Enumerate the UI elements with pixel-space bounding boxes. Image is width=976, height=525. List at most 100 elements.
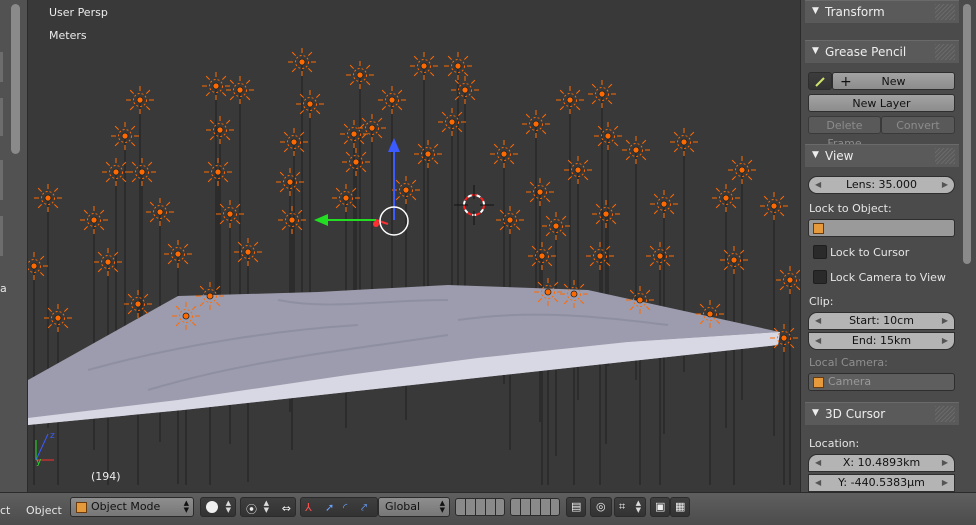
point-lamp-icon[interactable] xyxy=(490,140,518,168)
point-lamp-icon[interactable] xyxy=(670,128,698,156)
3d-viewport[interactable]: y z User Persp Meters (194) xyxy=(28,0,800,492)
object-menu[interactable]: Object xyxy=(26,504,62,517)
layer-grid-1[interactable] xyxy=(455,498,505,516)
3d-cursor-icon[interactable] xyxy=(454,185,494,225)
point-lamp-icon[interactable] xyxy=(146,198,174,226)
point-lamp-icon[interactable] xyxy=(332,184,360,212)
point-lamp-icon[interactable] xyxy=(196,282,224,310)
drag-grip-icon[interactable] xyxy=(935,406,955,422)
lock-object-field[interactable] xyxy=(808,219,955,237)
point-lamp-icon[interactable] xyxy=(358,114,386,142)
clapper-icon[interactable]: ▦ xyxy=(670,497,690,517)
point-lamp-icon[interactable] xyxy=(528,242,556,270)
point-lamp-icon[interactable] xyxy=(206,116,234,144)
scene-canvas[interactable]: y z xyxy=(28,0,800,492)
point-lamp-icon[interactable] xyxy=(622,136,650,164)
point-lamp-icon[interactable] xyxy=(770,324,798,352)
tool-shelf-tab[interactable] xyxy=(0,216,3,256)
point-lamp-icon[interactable] xyxy=(594,122,622,150)
point-lamp-icon[interactable] xyxy=(296,90,324,118)
panel-header-grease-pencil[interactable]: ▼ Grease Pencil xyxy=(805,40,959,63)
properties-scrollbar[interactable] xyxy=(963,4,971,264)
lens-field[interactable]: ◀ Lens: 35.000 ▶ xyxy=(808,176,955,194)
point-lamp-icon[interactable] xyxy=(720,246,748,274)
mode-select[interactable]: Object Mode ▲ ▼ xyxy=(70,497,194,517)
point-lamp-icon[interactable] xyxy=(216,200,244,228)
point-lamp-icon[interactable] xyxy=(288,48,316,76)
orientation-select[interactable]: Global ▲ ▼ xyxy=(378,497,450,517)
point-lamp-icon[interactable] xyxy=(534,278,562,306)
panel-header-view[interactable]: ▼ View xyxy=(805,144,959,167)
point-lamp-icon[interactable] xyxy=(204,158,232,186)
lock-camera-checkbox[interactable] xyxy=(813,270,827,284)
pencil-icon[interactable] xyxy=(808,72,832,90)
layer-grid-2[interactable] xyxy=(510,498,560,516)
point-lamp-icon[interactable] xyxy=(172,302,200,330)
point-lamp-icon[interactable] xyxy=(444,52,472,80)
point-lamp-icon[interactable] xyxy=(438,108,466,136)
point-lamp-icon[interactable] xyxy=(378,86,406,114)
point-lamp-icon[interactable] xyxy=(392,176,420,204)
transform-manipulator[interactable] xyxy=(314,138,409,236)
point-lamp-icon[interactable] xyxy=(28,252,48,280)
point-lamp-icon[interactable] xyxy=(124,290,152,318)
point-lamp-icon[interactable] xyxy=(586,242,614,270)
point-lamp-icon[interactable] xyxy=(522,110,550,138)
point-lamp-icon[interactable] xyxy=(728,156,756,184)
point-lamp-icon[interactable] xyxy=(526,178,554,206)
point-lamp-icon[interactable] xyxy=(414,140,442,168)
panel-header-transform[interactable]: ▼ Transform xyxy=(805,0,959,23)
clip-end-field[interactable]: ◀ End: 15km ▶ xyxy=(808,332,955,350)
point-lamp-icon[interactable] xyxy=(588,80,616,108)
manipulator-toggles[interactable]: ⅄ ➚ ◜ ⤤ xyxy=(300,497,378,517)
point-lamp-icon[interactable] xyxy=(760,192,788,220)
delete-frame-button[interactable]: Delete Frame xyxy=(808,116,881,150)
layer-lock-icon[interactable]: ▤ xyxy=(566,497,586,517)
panel-header-3d-cursor[interactable]: ▼ 3D Cursor xyxy=(805,402,959,425)
lock-to-cursor-checkbox[interactable] xyxy=(813,245,827,259)
tool-shelf-tab[interactable] xyxy=(0,52,3,82)
tool-shelf-tab[interactable] xyxy=(0,160,3,200)
cursor-y-field[interactable]: ◀ Y: -440.5383µm ▶ xyxy=(808,474,955,492)
point-lamp-icon[interactable] xyxy=(164,240,192,268)
point-lamp-icon[interactable] xyxy=(410,52,438,80)
drag-grip-icon[interactable] xyxy=(935,148,955,164)
clip-start-field[interactable]: ◀ Start: 10cm ▶ xyxy=(808,312,955,330)
convert-button[interactable]: Convert xyxy=(881,116,955,134)
pivot-select[interactable]: ⦿ ▲ ▼ ⇔ xyxy=(240,497,296,517)
new-grease-pencil-button[interactable]: + New xyxy=(832,72,955,90)
proportional-edit-icon[interactable]: ◎ xyxy=(590,497,612,517)
point-lamp-icon[interactable] xyxy=(126,86,154,114)
point-lamp-icon[interactable] xyxy=(542,212,570,240)
point-lamp-icon[interactable] xyxy=(646,242,674,270)
drag-grip-icon[interactable] xyxy=(935,4,955,20)
render-icon[interactable]: ▣ xyxy=(650,497,670,517)
point-lamp-icon[interactable] xyxy=(346,61,374,89)
point-lamp-icon[interactable] xyxy=(34,184,62,212)
point-lamp-icon[interactable] xyxy=(234,238,262,266)
tool-shelf-tab[interactable] xyxy=(0,98,3,136)
terrain-mesh[interactable] xyxy=(28,285,780,425)
point-lamp-icon[interactable] xyxy=(451,76,479,104)
point-lamp-icon[interactable] xyxy=(128,158,156,186)
new-layer-button[interactable]: New Layer xyxy=(808,94,955,112)
point-lamp-icon[interactable] xyxy=(94,248,122,276)
menu-cut[interactable]: ct xyxy=(0,504,10,517)
point-lamp-icon[interactable] xyxy=(340,120,368,148)
point-lamp-icon[interactable] xyxy=(44,304,72,332)
point-lamp-icon[interactable] xyxy=(556,86,584,114)
point-lamp-icon[interactable] xyxy=(564,156,592,184)
tool-shelf-scrollbar[interactable] xyxy=(11,4,20,154)
cursor-x-field[interactable]: ◀ X: 10.4893km ▶ xyxy=(808,454,955,472)
point-lamp-icon[interactable] xyxy=(111,122,139,150)
shading-select[interactable]: ▲ ▼ xyxy=(200,497,236,517)
point-lamp-icon[interactable] xyxy=(650,190,678,218)
point-lamp-icon[interactable] xyxy=(102,158,130,186)
point-lamp-icon[interactable] xyxy=(278,206,306,234)
point-lamp-icon[interactable] xyxy=(592,200,620,228)
point-lamp-icon[interactable] xyxy=(776,266,800,294)
point-lamp-icon[interactable] xyxy=(276,168,304,196)
drag-grip-icon[interactable] xyxy=(935,44,955,60)
point-lamp-icon[interactable] xyxy=(226,76,254,104)
local-camera-field[interactable]: Camera xyxy=(808,373,955,391)
